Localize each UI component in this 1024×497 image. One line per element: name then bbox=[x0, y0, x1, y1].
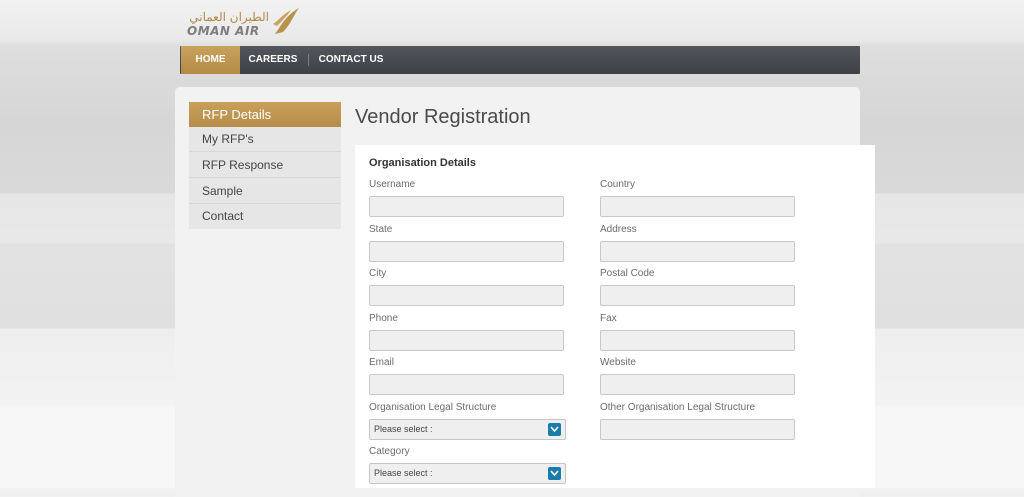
category-selected: Please select : bbox=[374, 468, 433, 478]
oman-air-logo[interactable]: الطيران العماني OMAN AIR bbox=[187, 6, 302, 42]
page-title: Vendor Registration bbox=[355, 106, 531, 128]
username-label: Username bbox=[369, 179, 416, 190]
city-label: City bbox=[369, 268, 387, 279]
nav-careers[interactable]: CAREERS bbox=[245, 46, 301, 74]
section-title: Organisation Details bbox=[369, 157, 476, 169]
nav-home[interactable]: HOME bbox=[181, 46, 240, 74]
sidebar-item-sample[interactable]: Sample bbox=[189, 179, 341, 204]
legal-structure-label: Organisation Legal Structure bbox=[369, 402, 497, 413]
website-label: Website bbox=[600, 357, 636, 368]
address-label: Address bbox=[600, 224, 637, 235]
postal-code-label: Postal Code bbox=[600, 268, 655, 279]
nav-contact-us[interactable]: CONTACT US bbox=[316, 46, 386, 74]
email-label: Email bbox=[369, 357, 395, 368]
country-field[interactable] bbox=[600, 196, 795, 217]
address-field[interactable] bbox=[600, 241, 795, 262]
legal-structure-selected: Please select : bbox=[374, 424, 433, 434]
state-field[interactable] bbox=[369, 241, 564, 262]
sidebar-item-rfp-details[interactable]: RFP Details bbox=[189, 102, 341, 127]
nav-divider bbox=[308, 54, 309, 66]
category-select[interactable]: Please select : bbox=[369, 463, 566, 484]
email-field[interactable] bbox=[369, 374, 564, 395]
fax-field[interactable] bbox=[600, 330, 795, 351]
other-legal-structure-field[interactable] bbox=[600, 419, 795, 440]
chevron-down-icon[interactable] bbox=[548, 423, 561, 436]
state-label: State bbox=[369, 224, 393, 235]
other-legal-structure-label: Other Organisation Legal Structure bbox=[600, 402, 756, 413]
main-nav: HOME CAREERS CONTACT US bbox=[180, 46, 860, 74]
sidebar: RFP Details My RFP's RFP Response Sample… bbox=[189, 102, 341, 229]
phone-label: Phone bbox=[369, 313, 398, 324]
chevron-down-icon[interactable] bbox=[548, 467, 561, 480]
city-field[interactable] bbox=[369, 285, 564, 306]
category-label: Category bbox=[369, 446, 410, 457]
fax-label: Fax bbox=[600, 313, 617, 324]
sidebar-item-contact[interactable]: Contact bbox=[189, 204, 341, 229]
country-label: Country bbox=[600, 179, 636, 190]
logo-arabic-text: الطيران العماني bbox=[189, 10, 269, 24]
logo-emblem-icon bbox=[273, 8, 299, 34]
logo-english-text: OMAN AIR bbox=[187, 24, 260, 38]
postal-code-field[interactable] bbox=[600, 285, 795, 306]
website-field[interactable] bbox=[600, 374, 795, 395]
sidebar-item-rfp-response[interactable]: RFP Response bbox=[189, 153, 341, 178]
sidebar-item-my-rfps[interactable]: My RFP's bbox=[189, 127, 341, 152]
phone-field[interactable] bbox=[369, 330, 564, 351]
username-field[interactable] bbox=[369, 196, 564, 217]
legal-structure-select[interactable]: Please select : bbox=[369, 419, 566, 440]
